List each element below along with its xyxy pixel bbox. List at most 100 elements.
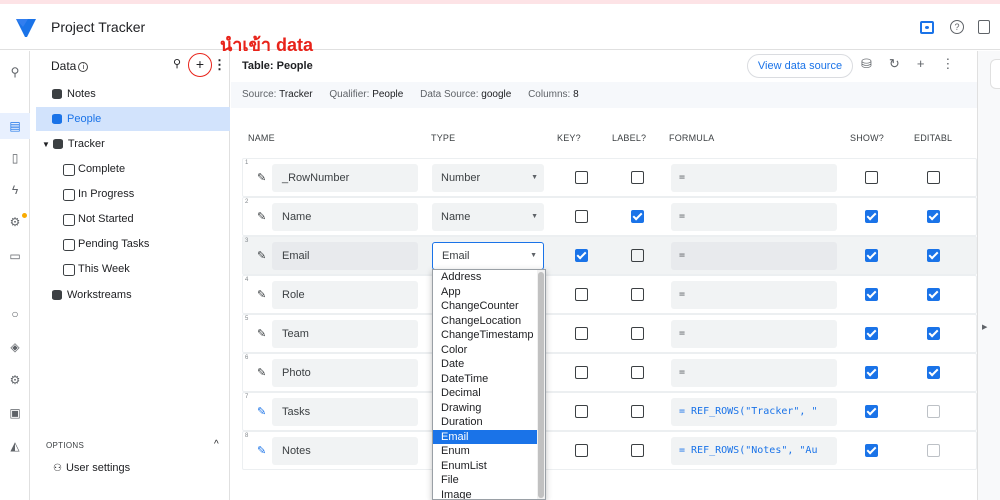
more-vert-icon[interactable]: ⋮ <box>213 57 226 73</box>
security-shield-icon[interactable]: ◈ <box>0 334 30 360</box>
add-data-button[interactable]: + <box>188 53 212 77</box>
edit-pencil-icon[interactable]: ✎ <box>257 405 266 418</box>
type-option[interactable]: Image <box>433 488 545 500</box>
type-dropdown-list[interactable]: Address App ChangeCounter ChangeLocation Cha… <box>432 269 546 500</box>
edit-pencil-icon[interactable]: ✎ <box>257 444 266 457</box>
edit-pencil-icon[interactable]: ✎ <box>257 327 266 340</box>
data-nav-icon[interactable]: ▤ <box>0 113 30 139</box>
editable-checkbox[interactable] <box>927 171 940 184</box>
search-icon[interactable]: ⚲ <box>173 57 181 70</box>
more-vert-icon[interactable]: ⋮ <box>941 56 954 72</box>
edit-pencil-icon[interactable]: ✎ <box>257 249 266 262</box>
label-checkbox[interactable] <box>631 288 644 301</box>
table-row[interactable]: 1 ✎ _RowNumber Number ▼ = <box>242 158 977 197</box>
type-option[interactable]: Drawing <box>433 401 545 416</box>
settings-gear-icon[interactable]: ⚙ <box>0 367 30 393</box>
table-row[interactable]: 2 ✎ Name Name ▼ = <box>242 197 977 236</box>
type-option[interactable]: Decimal <box>433 386 545 401</box>
editable-checkbox[interactable] <box>927 327 940 340</box>
column-name-field[interactable]: Notes <box>272 437 418 465</box>
tree-item-workstreams[interactable]: Workstreams <box>52 283 132 307</box>
label-checkbox[interactable] <box>631 444 644 457</box>
label-checkbox[interactable] <box>631 171 644 184</box>
tree-item-notes[interactable]: Notes <box>52 82 96 106</box>
formula-field[interactable]: = REF_ROWS("Notes", "Au <box>671 437 837 465</box>
type-option[interactable]: DateTime <box>433 372 545 387</box>
intelligence-nav-icon[interactable]: ▭ <box>0 243 30 269</box>
appsheet-logo-icon[interactable] <box>14 16 38 40</box>
editable-checkbox[interactable] <box>927 366 940 379</box>
type-option[interactable]: Date <box>433 357 545 372</box>
info-icon[interactable]: i <box>78 62 89 72</box>
type-option[interactable]: Color <box>433 343 545 358</box>
column-type-select[interactable]: Number ▼ <box>432 164 544 192</box>
tree-item-people[interactable]: People <box>36 107 230 131</box>
formula-field[interactable]: = <box>671 281 837 309</box>
show-checkbox[interactable] <box>865 249 878 262</box>
show-checkbox[interactable] <box>865 210 878 223</box>
column-name-field[interactable]: Role <box>272 281 418 309</box>
editable-checkbox[interactable] <box>927 444 940 457</box>
bots-nav-icon[interactable]: ⚙ <box>0 209 30 235</box>
table-row[interactable]: 4 ✎ Role = <box>242 275 977 314</box>
column-type-select[interactable]: Name ▼ <box>432 203 544 231</box>
edit-pencil-icon[interactable]: ✎ <box>257 366 266 379</box>
ideas-nav-icon[interactable]: ○ <box>0 301 30 327</box>
column-name-field[interactable]: Tasks <box>272 398 418 426</box>
tree-item-in-progress[interactable]: In Progress <box>63 182 134 206</box>
type-option[interactable]: ChangeCounter <box>433 299 545 314</box>
tree-item-tracker[interactable]: ▼ Tracker <box>42 132 105 156</box>
regenerate-structure-icon[interactable]: ⛁ <box>861 56 872 72</box>
tree-item-pending-tasks[interactable]: Pending Tasks <box>63 232 149 256</box>
label-checkbox[interactable] <box>631 366 644 379</box>
edit-pencil-icon[interactable]: ✎ <box>257 288 266 301</box>
editable-checkbox[interactable] <box>927 249 940 262</box>
key-checkbox[interactable] <box>575 288 588 301</box>
editable-checkbox[interactable] <box>927 405 940 418</box>
tree-item-complete[interactable]: Complete <box>63 157 125 181</box>
label-checkbox[interactable] <box>631 210 644 223</box>
learn-cap-icon[interactable]: ◭ <box>0 433 30 459</box>
expand-caret-icon[interactable]: ▼ <box>42 140 50 149</box>
tree-item-not-started[interactable]: Not Started <box>63 207 134 231</box>
table-row[interactable]: 8 ✎ Notes = REF_ROWS("Notes", "Au <box>242 431 977 470</box>
scrollbar-thumb[interactable] <box>538 272 544 498</box>
editable-checkbox[interactable] <box>927 288 940 301</box>
type-option[interactable]: Duration <box>433 415 545 430</box>
show-checkbox[interactable] <box>865 288 878 301</box>
type-option[interactable]: Enum <box>433 444 545 459</box>
user-settings-link[interactable]: ⚇ User settings <box>53 462 130 474</box>
edit-pencil-icon[interactable]: ✎ <box>257 210 266 223</box>
type-option[interactable]: App <box>433 285 545 300</box>
show-checkbox[interactable] <box>865 444 878 457</box>
label-checkbox[interactable] <box>631 327 644 340</box>
formula-field[interactable]: = <box>671 320 837 348</box>
editable-checkbox[interactable] <box>927 210 940 223</box>
key-checkbox[interactable] <box>575 249 588 262</box>
tree-item-this-week[interactable]: This Week <box>63 257 130 281</box>
monitor-icon[interactable]: ▣ <box>0 400 30 426</box>
column-name-field[interactable]: Photo <box>272 359 418 387</box>
key-checkbox[interactable] <box>575 366 588 379</box>
chevron-up-icon[interactable]: ^ <box>214 439 219 450</box>
show-checkbox[interactable] <box>865 366 878 379</box>
column-name-field[interactable]: Email <box>272 242 418 270</box>
key-checkbox[interactable] <box>575 405 588 418</box>
table-row[interactable]: 7 ✎ Tasks = REF_ROWS("Tracker", " <box>242 392 977 431</box>
show-checkbox[interactable] <box>865 171 878 184</box>
column-name-field[interactable]: _RowNumber <box>272 164 418 192</box>
show-checkbox[interactable] <box>865 327 878 340</box>
edit-pencil-icon[interactable]: ✎ <box>257 171 266 184</box>
column-type-select[interactable]: Email ▼ <box>432 242 544 270</box>
type-option[interactable]: EnumList <box>433 459 545 474</box>
add-icon[interactable]: + <box>917 56 925 72</box>
formula-field[interactable]: = REF_ROWS("Tracker", " <box>671 398 837 426</box>
formula-field[interactable]: = <box>671 242 837 270</box>
refresh-icon[interactable]: ↻ <box>889 56 900 72</box>
preview-icon[interactable] <box>918 18 936 36</box>
expand-caret-icon[interactable]: ▶ <box>982 323 987 331</box>
key-checkbox[interactable] <box>575 327 588 340</box>
show-checkbox[interactable] <box>865 405 878 418</box>
formula-field[interactable]: = <box>671 203 837 231</box>
key-checkbox[interactable] <box>575 210 588 223</box>
